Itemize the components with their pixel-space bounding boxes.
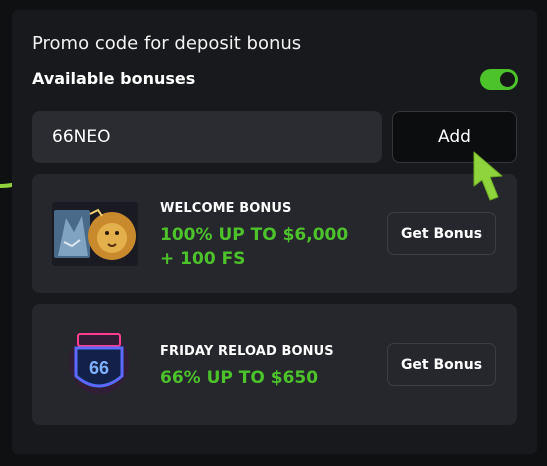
get-bonus-button-welcome[interactable]: Get Bonus bbox=[387, 212, 496, 255]
panel-title: Promo code for deposit bonus bbox=[32, 33, 302, 54]
bonus-name: FRIDAY RELOAD BONUS bbox=[160, 344, 334, 359]
friday-reload-text: FRIDAY RELOAD BONUS 66% UP TO $650 bbox=[160, 344, 334, 390]
bonus-offer-line-1: 66% UP TO $650 bbox=[160, 368, 319, 388]
promo-code-input[interactable] bbox=[32, 111, 382, 163]
cursor-arrow-icon bbox=[473, 151, 503, 201]
bonus-offer: 100% UP TO $6,000 + 100 FS bbox=[160, 223, 348, 271]
route-66-neon-sign-icon: 66 bbox=[68, 326, 130, 402]
bonus-offer: 66% UP TO $650 bbox=[160, 366, 334, 390]
bonus-card-friday-reload: 66 FRIDAY RELOAD BONUS 66% UP TO $650 Ge… bbox=[32, 304, 517, 425]
lion-wolf-art-icon bbox=[52, 202, 138, 270]
promo-panel: Promo code for deposit bonus Available b… bbox=[12, 10, 537, 454]
bonus-offer-line-2: + 100 FS bbox=[160, 249, 246, 269]
bonus-card-welcome: WELCOME BONUS 100% UP TO $6,000 + 100 FS… bbox=[32, 174, 517, 293]
welcome-bonus-text: WELCOME BONUS 100% UP TO $6,000 + 100 FS bbox=[160, 201, 348, 271]
available-bonuses-label: Available bonuses bbox=[32, 69, 196, 88]
svg-text:66: 66 bbox=[89, 358, 109, 378]
bonus-name: WELCOME BONUS bbox=[160, 201, 292, 216]
get-bonus-button-friday-reload[interactable]: Get Bonus bbox=[387, 343, 496, 386]
bonus-offer-line-1: 100% UP TO $6,000 bbox=[160, 225, 349, 245]
available-bonuses-toggle[interactable] bbox=[480, 69, 518, 90]
toggle-knob bbox=[500, 72, 515, 87]
